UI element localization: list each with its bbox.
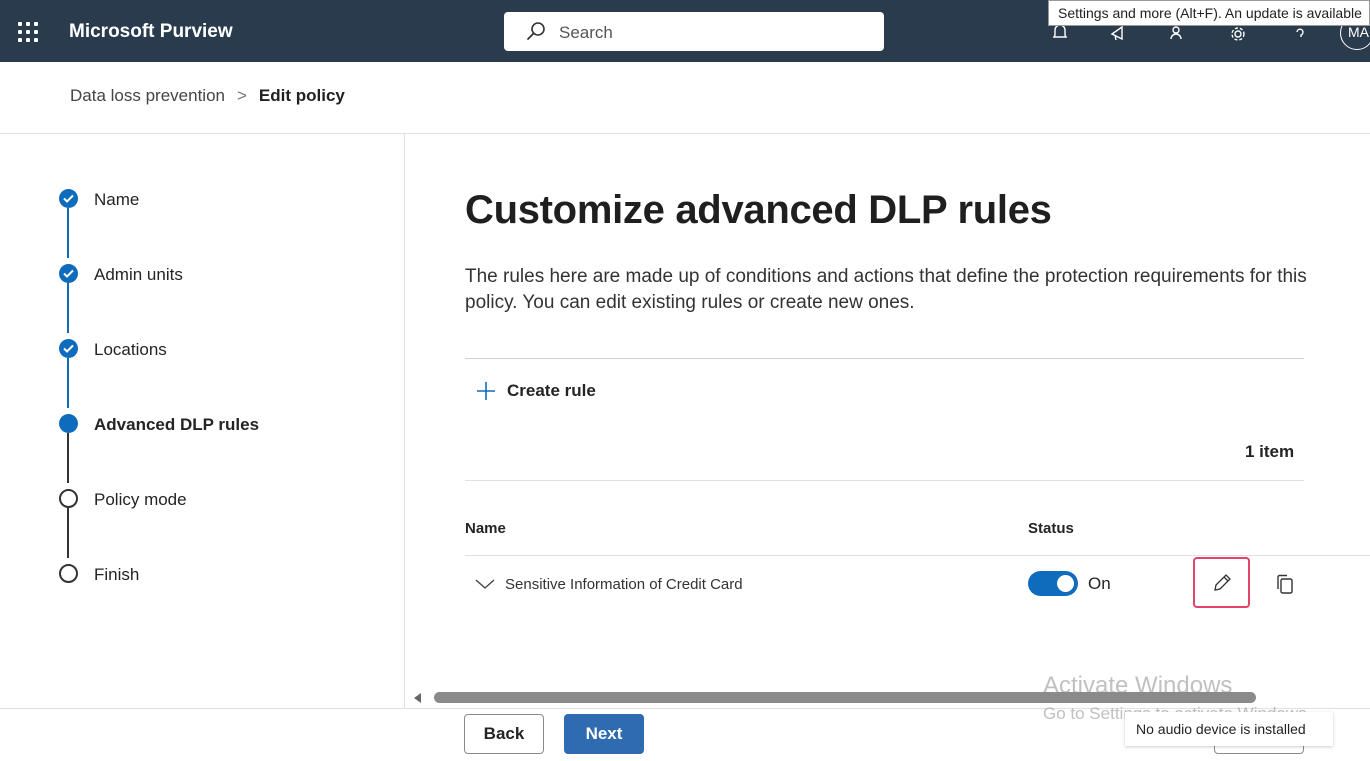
step-connector xyxy=(67,283,69,333)
page-title: Customize advanced DLP rules xyxy=(465,188,1052,232)
search-placeholder: Search xyxy=(559,23,613,42)
divider xyxy=(465,480,1304,481)
create-rule-label: Create rule xyxy=(507,381,596,400)
toggle-knob xyxy=(1057,575,1074,592)
plus-icon xyxy=(477,382,495,400)
audio-notification: No audio device is installed xyxy=(1125,712,1333,746)
step-finish[interactable]: Finish xyxy=(94,565,139,585)
step-advanced-dlp-rules[interactable]: Advanced DLP rules xyxy=(94,415,259,435)
breadcrumb-link-dlp[interactable]: Data loss prevention xyxy=(70,86,225,105)
divider xyxy=(465,358,1304,359)
page-description: The rules here are made up of conditions… xyxy=(465,266,1307,313)
divider xyxy=(0,133,1370,134)
next-button[interactable]: Next xyxy=(564,714,644,754)
check-icon xyxy=(59,339,78,358)
activation-watermark-title: Activate Windows xyxy=(1043,672,1233,699)
step-connector xyxy=(67,208,69,258)
edit-rule-button[interactable] xyxy=(1193,557,1250,608)
back-button[interactable]: Back xyxy=(464,714,544,754)
step-admin-units[interactable]: Admin units xyxy=(94,265,183,285)
step-connector xyxy=(67,508,69,558)
pending-step-icon xyxy=(59,564,78,583)
app-title[interactable]: Microsoft Purview xyxy=(69,21,233,43)
pending-step-icon xyxy=(59,489,78,508)
settings-tooltip: Settings and more (Alt+F). An update is … xyxy=(1048,0,1370,26)
item-count: 1 item xyxy=(1245,442,1295,461)
search-icon xyxy=(527,22,545,40)
step-name[interactable]: Name xyxy=(94,190,139,210)
app-launcher-icon[interactable] xyxy=(18,22,38,42)
rule-name[interactable]: Sensitive Information of Credit Card xyxy=(505,576,743,593)
step-connector xyxy=(67,358,69,408)
panel-divider xyxy=(404,134,405,708)
pencil-icon xyxy=(1214,574,1231,591)
copy-icon[interactable] xyxy=(1274,573,1296,595)
column-header-status[interactable]: Status xyxy=(1028,520,1074,537)
step-locations[interactable]: Locations xyxy=(94,340,167,360)
step-connector xyxy=(67,433,69,483)
breadcrumb: Data loss prevention > Edit policy xyxy=(70,86,345,106)
current-step-icon xyxy=(59,414,78,433)
scroll-left-arrow-icon[interactable] xyxy=(414,693,421,703)
status-text: On xyxy=(1088,574,1111,593)
check-icon xyxy=(59,264,78,283)
status-toggle[interactable] xyxy=(1028,571,1078,596)
chevron-down-icon[interactable] xyxy=(474,576,496,592)
column-header-name[interactable]: Name xyxy=(465,520,506,537)
search-box[interactable]: Search xyxy=(504,12,884,51)
divider xyxy=(465,555,1370,556)
breadcrumb-current: Edit policy xyxy=(258,86,345,105)
check-icon xyxy=(59,189,78,208)
step-policy-mode[interactable]: Policy mode xyxy=(94,490,187,510)
breadcrumb-separator: > xyxy=(236,86,247,105)
